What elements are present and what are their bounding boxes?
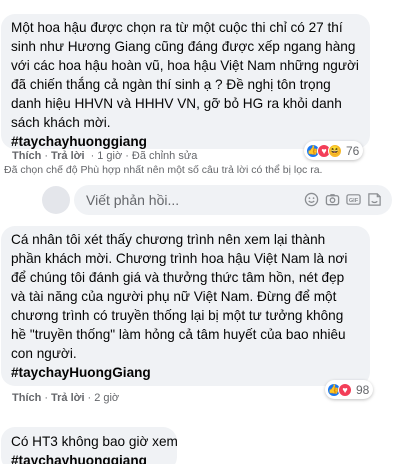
comment-text-line: Có HT3 không bao giờ xem — [11, 434, 178, 449]
camera-icon[interactable] — [325, 192, 340, 207]
like-link[interactable]: Thích — [12, 392, 41, 404]
comment-text-line: con người. — [11, 346, 77, 361]
comment-text-line: sách khách mời. — [11, 115, 111, 130]
reply-link[interactable]: Trả lời — [51, 392, 85, 404]
comment-bubble-2: Cá nhân tôi xét thấy chương trình nên xe… — [1, 226, 370, 386]
comment-text-line: Một hoa hậu được chọn ra từ một cuộc thi… — [11, 20, 343, 35]
comment-actions-2: Thích · Trả lời · 2 giờ — [12, 392, 120, 404]
reply-placeholder: Viết phản hồi... — [86, 192, 180, 208]
comment-text-line: để chúng tôi đánh giá và thưởng thức tâm… — [11, 270, 345, 285]
hashtag-link[interactable]: #taychayHuongGiang — [11, 363, 360, 382]
reaction-summary-1[interactable]: 👍 ♥ 😆 76 — [304, 141, 364, 160]
comment-timestamp[interactable]: 1 giờ — [97, 150, 122, 162]
comment-actions-1: Thích · Trả lời · 1 giờ · Đã chỉnh sửa — [12, 150, 198, 162]
comment-timestamp[interactable]: 2 giờ — [94, 392, 119, 404]
sticker-icon[interactable] — [367, 192, 382, 207]
reaction-count: 98 — [356, 382, 370, 397]
reply-input[interactable]: Viết phản hồi... GIF — [74, 185, 392, 215]
comment-text-line: danh hiệu HHVN và HHHV VN, gỡ bỏ HG ra k… — [11, 96, 342, 111]
comment-text-line: với các hoa hậu hoàn vũ, hoa hậu Việt Na… — [11, 58, 359, 73]
reaction-summary-2[interactable]: 👍 ♥ 98 — [325, 380, 374, 399]
comment-text-line: sinh như Hương Giang cũng đáng được xếp … — [11, 39, 356, 54]
comment-text-line: Cá nhân tôi xét thấy chương trình nên xe… — [11, 232, 326, 247]
svg-text:GIF: GIF — [349, 198, 359, 204]
hashtag-link[interactable]: #taychayhuonggiang — [11, 451, 167, 464]
reply-link[interactable]: Trả lời — [51, 150, 85, 162]
comment-text-line: đã chiến thắng cả ngàn thí sinh ạ ? Đề n… — [11, 77, 331, 92]
edited-label: Đã chỉnh sửa — [131, 150, 198, 162]
user-avatar[interactable] — [42, 186, 70, 214]
filter-note: Đã chọn chế độ Phù hợp nhất nên một số c… — [4, 164, 323, 176]
like-link[interactable]: Thích — [12, 150, 41, 162]
comment-bubble-1: Một hoa hậu được chọn ra từ một cuộc thi… — [1, 14, 370, 149]
comment-text-line: hề "truyền thống" làm hỏng cả tâm huyết … — [11, 327, 346, 342]
reaction-count: 76 — [346, 143, 360, 158]
love-reaction-icon: ♥ — [338, 382, 352, 397]
emoji-icon[interactable] — [304, 192, 319, 207]
comment-bubble-3: Có HT3 không bao giờ xem #taychayhuonggi… — [1, 427, 178, 464]
comment-text-line: và tài năng của người phụ nữ Việt Nam. Đ… — [11, 289, 337, 304]
haha-reaction-icon: 😆 — [328, 143, 342, 158]
comment-text-line: phần khách mời. Chương trình hoa hậu Việ… — [11, 251, 348, 266]
comment-text-line: chương trình có truyền thống lại bị một … — [11, 308, 344, 323]
gif-icon[interactable]: GIF — [346, 192, 361, 207]
